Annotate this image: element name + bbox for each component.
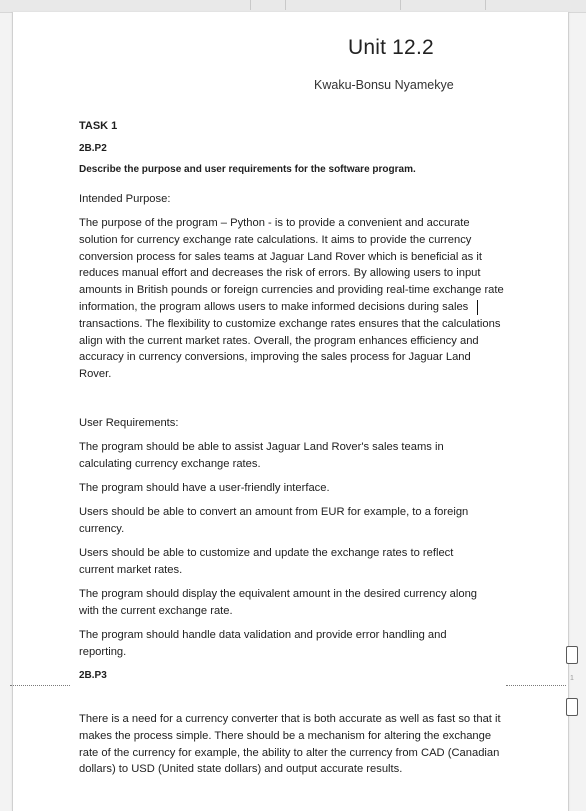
intended-purpose-heading: Intended Purpose:: [79, 193, 171, 205]
requirement-item[interactable]: Users should be able to convert an amoun…: [79, 504, 504, 538]
ribbon-separator: [285, 0, 286, 10]
ribbon-separator: [250, 0, 251, 10]
user-requirements-heading: User Requirements:: [79, 417, 179, 429]
task-description: Describe the purpose and user requiremen…: [79, 164, 416, 175]
page-break-left: [10, 685, 70, 686]
p3-paragraph[interactable]: There is a need for a currency converter…: [79, 711, 504, 778]
requirement-item[interactable]: The program should have a user-friendly …: [79, 480, 509, 497]
requirement-item[interactable]: The program should be able to assist Jag…: [79, 439, 489, 473]
requirement-item[interactable]: The program should display the equivalen…: [79, 586, 489, 620]
text-cursor: [477, 300, 478, 315]
criteria-p3-label: 2B.P3: [79, 670, 107, 681]
document-canvas: Unit 12.2 Kwaku-Bonsu Nyamekye TASK 1 2B…: [0, 0, 586, 811]
document-title: Unit 12.2: [348, 36, 434, 59]
task-label: TASK 1: [79, 120, 118, 132]
page-bottom-marker[interactable]: [566, 646, 578, 664]
requirement-item[interactable]: The program should handle data validatio…: [79, 627, 489, 661]
criteria-p2-label: 2B.P2: [79, 143, 107, 154]
page-top-marker[interactable]: [566, 698, 578, 716]
ribbon-separator: [485, 0, 486, 10]
page-number: 1: [570, 675, 574, 682]
page-break-right: [506, 685, 566, 686]
intended-purpose-paragraph[interactable]: The purpose of the program – Python - is…: [79, 215, 504, 383]
ribbon-separator: [400, 0, 401, 10]
requirement-item[interactable]: Users should be able to customize and up…: [79, 545, 489, 579]
document-author: Kwaku-Bonsu Nyamekye: [314, 78, 454, 92]
